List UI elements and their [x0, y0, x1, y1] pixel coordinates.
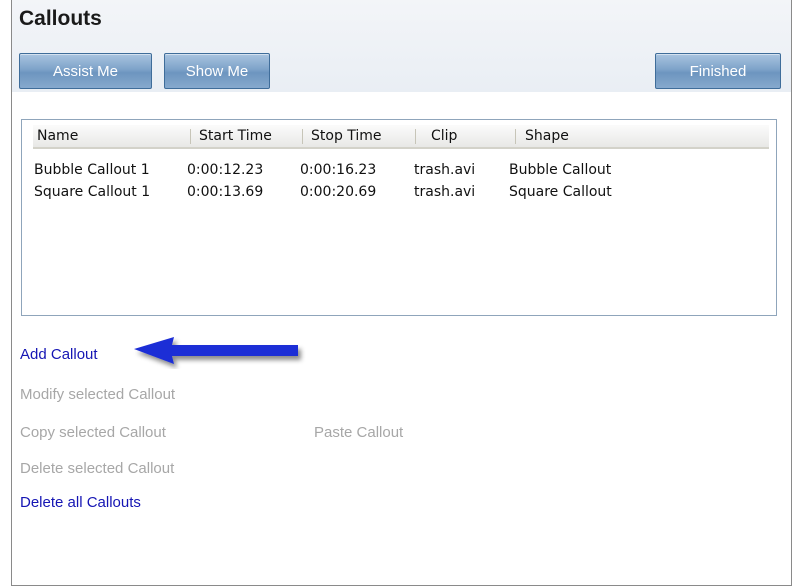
column-header-name[interactable]: Name [33, 125, 191, 147]
show-me-button[interactable]: Show Me [164, 53, 270, 89]
column-header-stop-time[interactable]: Stop Time [303, 125, 416, 147]
copy-callout-link: Copy selected Callout [20, 424, 166, 441]
cell-shape: Bubble Callout [509, 162, 612, 178]
table-row[interactable]: Bubble Callout 1 0:00:12.23 0:00:16.23 t… [33, 160, 769, 182]
cell-start-time: 0:00:13.69 [187, 184, 264, 200]
column-header-clip[interactable]: Clip [416, 125, 516, 147]
paste-callout-link: Paste Callout [314, 424, 404, 441]
column-header-shape[interactable]: Shape [516, 125, 716, 147]
callouts-list[interactable]: Name Start Time Stop Time Clip Shape Bub… [21, 119, 777, 316]
cell-clip: trash.avi [414, 162, 476, 178]
table-row[interactable]: Square Callout 1 0:00:13.69 0:00:20.69 t… [33, 182, 769, 204]
delete-all-callouts-link[interactable]: Delete all Callouts [20, 494, 141, 511]
panel-title: Callouts [19, 7, 102, 30]
cell-name: Bubble Callout 1 [34, 162, 150, 178]
finished-button[interactable]: Finished [655, 53, 781, 89]
cell-clip: trash.avi [414, 184, 476, 200]
cell-name: Square Callout 1 [34, 184, 151, 200]
add-callout-link[interactable]: Add Callout [20, 346, 98, 363]
cell-stop-time: 0:00:20.69 [300, 184, 377, 200]
modify-callout-link: Modify selected Callout [20, 386, 176, 403]
cell-shape: Square Callout [509, 184, 612, 200]
list-header: Name Start Time Stop Time Clip Shape [33, 125, 769, 149]
column-header-start-time[interactable]: Start Time [191, 125, 303, 147]
assist-me-button[interactable]: Assist Me [19, 53, 152, 89]
cell-stop-time: 0:00:16.23 [300, 162, 377, 178]
delete-selected-callout-link: Delete selected Callout [20, 460, 175, 477]
arrow-left-icon [134, 337, 298, 364]
cell-start-time: 0:00:12.23 [187, 162, 264, 178]
